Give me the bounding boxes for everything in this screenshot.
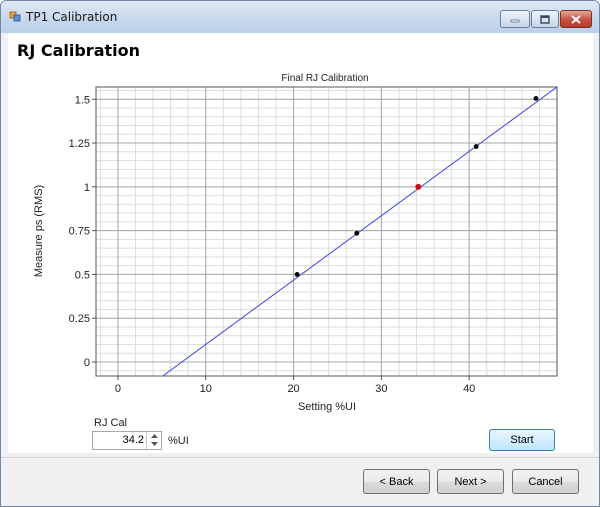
y-tick-label: 0.25 (69, 313, 90, 325)
cancel-button[interactable]: Cancel (512, 469, 579, 494)
spin-buttons (146, 432, 161, 449)
x-tick-label: 0 (115, 383, 121, 395)
data-point (354, 230, 360, 236)
back-button[interactable]: < Back (363, 469, 430, 494)
y-tick-label: 1.25 (69, 138, 90, 150)
x-axis-label: Setting %UI (298, 401, 356, 413)
rj-cal-value[interactable]: 34.2 (123, 434, 144, 446)
y-tick-label: 0 (84, 357, 90, 369)
data-point (294, 272, 300, 277)
plot-area: 0 10 20 30 40 0 0.25 0.5 0.75 1 1.25 1.5 (69, 86, 558, 395)
y-tick-label: 0.75 (69, 226, 90, 238)
arrow-down-icon (150, 442, 158, 446)
footer-divider (1, 457, 599, 458)
start-button[interactable]: Start (489, 429, 555, 451)
chart-title: Final RJ Calibration (281, 73, 368, 84)
y-tick-label: 1.5 (75, 94, 90, 106)
x-tick-label: 40 (463, 383, 475, 395)
rj-cal-label: RJ Cal (94, 417, 128, 429)
rj-cal-unit: %UI (168, 435, 189, 447)
x-tick-label: 20 (287, 383, 299, 395)
calibration-chart: Final RJ Calibration 0 10 20 30 40 0 0.25 0.5 0.… (33, 73, 558, 413)
rj-cal-spinbox[interactable]: 34.2 (92, 431, 162, 450)
selected-point (415, 183, 422, 190)
calibration-window: TP1 Calibration RJ Calibration Final RJ … (0, 0, 600, 507)
y-axis-label: Measure ps (RMS) (33, 185, 45, 277)
spin-down-button[interactable] (147, 440, 161, 448)
x-tick-label: 10 (200, 383, 212, 395)
y-tick-label: 0.5 (75, 269, 90, 281)
y-tick-label: 1 (84, 182, 90, 194)
data-point (533, 95, 539, 101)
spin-up-button[interactable] (147, 432, 161, 440)
next-button[interactable]: Next > (437, 469, 504, 494)
x-tick-label: 30 (375, 383, 387, 395)
data-point (473, 144, 479, 149)
plot-background (96, 87, 557, 376)
arrow-up-icon (150, 434, 158, 438)
